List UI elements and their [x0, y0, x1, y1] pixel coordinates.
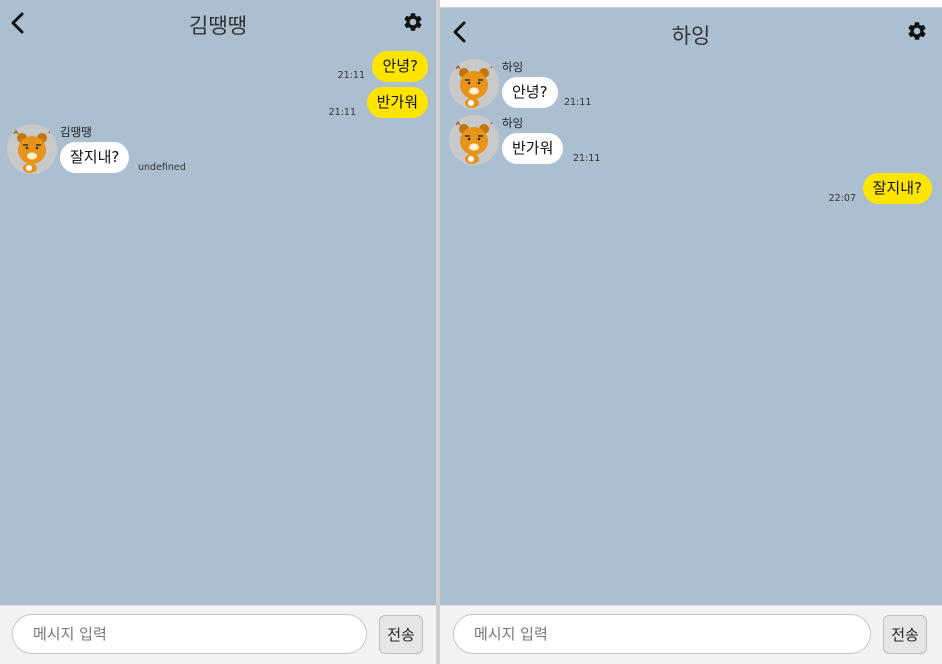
their-message-bubble: 안녕?	[502, 77, 558, 108]
chat-header: 김땡땡	[0, 0, 436, 46]
avatar	[449, 115, 499, 165]
my-message-bubble: 안녕?	[372, 51, 428, 82]
message-time: 21:11	[337, 70, 365, 81]
send-button[interactable]: 전송	[379, 615, 423, 654]
message-input-bar: 전송	[0, 605, 436, 664]
my-message: 22:07 잘지내?	[812, 173, 932, 204]
their-message-bubble: 반가워	[502, 133, 564, 164]
my-message-bubble: 잘지내?	[862, 173, 932, 204]
message-list: 21:11 안녕? 21:11 반가워 김땡땡 잘지내? undefined	[0, 46, 436, 606]
my-message: 21:11 반가워	[318, 87, 428, 118]
avatar	[449, 59, 499, 109]
sender-name: 하잉	[502, 60, 524, 74]
sender-name: 하잉	[502, 116, 524, 130]
message-time: 21:11	[573, 153, 601, 164]
message-time: 21:11	[564, 97, 592, 108]
message-time: 22:07	[828, 193, 856, 204]
chat-window-left: 김땡땡 21:11 안녕? 21:11 반가워 김땡땡 잘지내? undefin…	[0, 0, 436, 664]
my-message: 21:11 안녕?	[328, 51, 428, 82]
avatar	[7, 124, 57, 174]
message-input[interactable]	[12, 614, 367, 654]
settings-button[interactable]	[906, 20, 928, 42]
settings-button[interactable]	[402, 11, 424, 33]
message-input-bar: 전송	[440, 605, 942, 664]
chat-title: 김땡땡	[189, 14, 247, 38]
gear-icon	[908, 22, 926, 40]
gear-icon	[404, 13, 422, 31]
message-time: undefined	[138, 162, 186, 173]
sender-name: 김땡땡	[60, 125, 92, 139]
message-list: 하잉 안녕? 21:11 하잉 반가워 21:11 22:07 잘지내?	[440, 54, 942, 606]
their-message: 김땡땡 잘지내? undefined	[7, 124, 267, 179]
send-button[interactable]: 전송	[883, 615, 927, 654]
my-message-bubble: 반가워	[366, 87, 428, 118]
bear-avatar-icon	[449, 59, 499, 109]
message-time: 21:11	[328, 107, 356, 118]
their-message: 하잉 반가워 21:11	[449, 115, 649, 170]
bear-avatar-icon	[7, 124, 57, 174]
their-message-bubble: 잘지내?	[60, 142, 130, 173]
chat-header: 하잉	[440, 8, 942, 54]
message-input[interactable]	[453, 614, 871, 654]
bear-avatar-icon	[449, 115, 499, 165]
chat-window-right: 하잉 하잉 안녕? 21:11 하잉 반가워 21:11 22:07 잘지내? …	[440, 8, 942, 664]
chat-title: 하잉	[671, 24, 711, 48]
window-top-strip	[440, 0, 942, 8]
their-message: 하잉 안녕? 21:11	[449, 59, 649, 114]
